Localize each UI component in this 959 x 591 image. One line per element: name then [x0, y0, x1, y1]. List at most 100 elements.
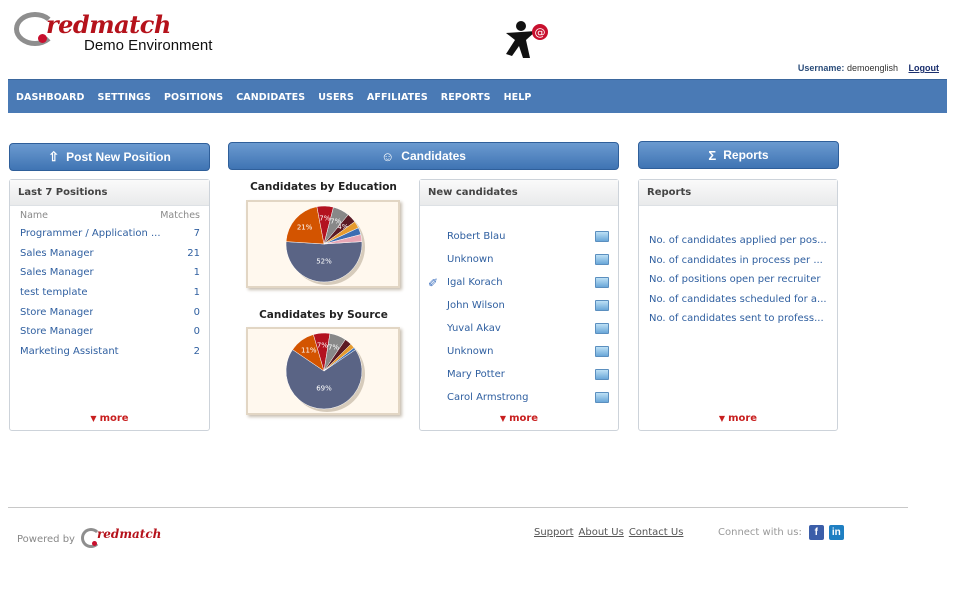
candidate-row[interactable]: Mary Potter [428, 363, 610, 386]
nav-candidates[interactable]: CANDIDATES [236, 92, 305, 103]
candidate-row[interactable]: John Wilson [428, 294, 610, 317]
reports-panel-title: Reports [639, 180, 837, 206]
source-chart: 69% 11% 7% 7% [246, 327, 400, 415]
report-link[interactable]: No. of positions open per recruiter [649, 270, 829, 290]
position-name[interactable]: Sales Manager [20, 263, 94, 283]
candidate-row[interactable]: Carol Armstrong [428, 386, 610, 409]
position-row[interactable]: Store Manager 0 [20, 303, 200, 323]
nav-affiliates[interactable]: AFFILIATES [367, 92, 428, 103]
nav-reports[interactable]: REPORTS [441, 92, 491, 103]
folder-icon[interactable] [595, 300, 609, 311]
position-name[interactable]: Programmer / Application ... [20, 224, 161, 244]
position-matches[interactable]: 1 [194, 283, 200, 303]
logo-text: redmatch [46, 10, 171, 39]
candidate-name[interactable]: Igal Korach [428, 277, 595, 288]
facebook-icon[interactable]: f [808, 525, 824, 540]
footer-logo-text: redmatch [96, 527, 162, 541]
col-name: Name [20, 210, 49, 221]
candidate-name[interactable]: Carol Armstrong [428, 392, 595, 403]
report-link[interactable]: No. of candidates applied per pos... [649, 231, 829, 251]
pie-slice-label: 52% [316, 258, 332, 266]
support-link[interactable]: Support [534, 527, 574, 538]
folder-icon[interactable] [595, 254, 609, 265]
position-matches[interactable]: 0 [194, 322, 200, 342]
footer-divider [8, 507, 908, 508]
export-icon: ⇧ [48, 149, 60, 164]
post-new-position-button[interactable]: ⇧ Post New Position [9, 143, 210, 171]
position-matches[interactable]: 21 [187, 244, 200, 264]
candidate-row[interactable]: ✐ Igal Korach [428, 271, 610, 294]
new-candidates-title: New candidates [420, 180, 618, 206]
candidate-name[interactable]: Unknown [428, 346, 595, 357]
position-matches[interactable]: 7 [194, 224, 200, 244]
triangle-down-icon: ▼ [718, 414, 726, 423]
about-us-link[interactable]: About Us [579, 527, 624, 538]
position-row[interactable]: Store Manager 0 [20, 322, 200, 342]
contact-us-link[interactable]: Contact Us [629, 527, 684, 538]
nav-positions[interactable]: POSITIONS [164, 92, 223, 103]
new-candidates-panel: New candidates Robert Blau Unknown ✐ Igal K… [419, 179, 619, 431]
last-positions-panel: Last 7 Positions Name Matches Programmer… [9, 179, 210, 431]
nav-users[interactable]: USERS [318, 92, 354, 103]
linkedin-icon[interactable]: in [828, 525, 844, 540]
candidate-name[interactable]: John Wilson [428, 300, 595, 311]
positions-more-link[interactable]: ▼ more [10, 413, 209, 424]
position-row[interactable]: Sales Manager 21 [20, 244, 200, 264]
reports-button-label: Reports [723, 148, 769, 162]
folder-icon[interactable] [595, 346, 609, 357]
position-matches[interactable]: 1 [194, 263, 200, 283]
position-matches[interactable]: 0 [194, 303, 200, 323]
candidate-row[interactable]: Robert Blau [428, 225, 610, 248]
folder-icon[interactable] [595, 231, 609, 242]
logo-subtitle: Demo Environment [84, 37, 213, 54]
position-name[interactable]: Store Manager [20, 322, 93, 342]
user-at-icon: @ [500, 18, 556, 60]
position-row[interactable]: Programmer / Application ... 7 [20, 224, 200, 244]
pie-slice-label: 7% [319, 215, 330, 223]
nav-settings[interactable]: SETTINGS [98, 92, 151, 103]
candidates-list: Robert Blau Unknown ✐ Igal Korach John Wilso… [420, 206, 618, 409]
candidate-name[interactable]: Mary Potter [428, 369, 595, 380]
position-row[interactable]: test template 1 [20, 283, 200, 303]
tag-icon: ✐ [428, 275, 439, 290]
position-name[interactable]: Store Manager [20, 303, 93, 323]
position-name[interactable]: Marketing Assistant [20, 342, 119, 362]
logout-link[interactable]: Logout [909, 63, 940, 73]
folder-icon[interactable] [595, 369, 609, 380]
pie-slice-label: 21% [297, 223, 313, 231]
position-name[interactable]: Sales Manager [20, 244, 94, 264]
triangle-down-icon: ▼ [499, 414, 507, 423]
username-label: Username: [797, 63, 845, 73]
reports-panel: Reports No. of candidates applied per po… [638, 179, 838, 431]
position-row[interactable]: Sales Manager 1 [20, 263, 200, 283]
folder-icon[interactable] [595, 392, 609, 403]
more-label: more [728, 413, 758, 424]
education-chart: 52% 21% 7% 7% 4% [246, 200, 400, 288]
candidate-name[interactable]: Robert Blau [428, 231, 595, 242]
candidate-row[interactable]: Yuval Akav [428, 317, 610, 340]
candidate-name[interactable]: Unknown [428, 254, 595, 265]
nav-dashboard[interactable]: DASHBOARD [16, 92, 85, 103]
report-link[interactable]: No. of candidates in process per ... [649, 251, 829, 271]
position-row[interactable]: Marketing Assistant 2 [20, 342, 200, 362]
last-positions-title: Last 7 Positions [10, 180, 209, 206]
folder-icon[interactable] [595, 277, 609, 288]
position-matches[interactable]: 2 [194, 342, 200, 362]
positions-list: Programmer / Application ... 7 Sales Mana… [10, 221, 209, 362]
nav-help[interactable]: HELP [504, 92, 532, 103]
candidate-row[interactable]: Unknown [428, 340, 610, 363]
report-link[interactable]: No. of candidates sent to profess... [649, 309, 829, 329]
candidates-button[interactable]: ☺ Candidates [228, 142, 619, 170]
candidates-more-link[interactable]: ▼ more [420, 413, 618, 424]
footer-links: Support About Us Contact Us [534, 527, 683, 538]
report-link[interactable]: No. of candidates scheduled for a... [649, 290, 829, 310]
app-logo[interactable]: redmatch Demo Environment [14, 10, 234, 58]
reports-button[interactable]: Σ Reports [638, 141, 839, 169]
folder-icon[interactable] [595, 323, 609, 334]
reports-more-link[interactable]: ▼ more [639, 413, 837, 424]
footer-logo[interactable]: redmatch [80, 527, 161, 550]
position-name[interactable]: test template [20, 283, 88, 303]
candidate-name[interactable]: Yuval Akav [428, 323, 595, 334]
candidate-row[interactable]: Unknown [428, 248, 610, 271]
source-chart-title: Candidates by Source [259, 309, 388, 321]
